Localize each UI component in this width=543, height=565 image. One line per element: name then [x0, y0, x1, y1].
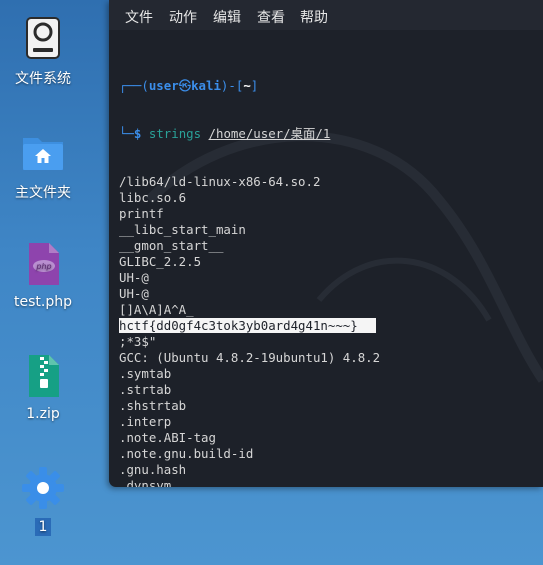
prompt-host: kali — [191, 78, 221, 93]
output-text: .note.gnu.build-id — [119, 446, 254, 461]
output-line: .symtab — [119, 366, 539, 382]
output-text: .strtab — [119, 382, 172, 397]
drive-icon — [26, 17, 60, 59]
output-line: .note.ABI-tag — [119, 430, 539, 446]
terminal-output[interactable]: ┌──(user㉿kali)-[~] └─$ strings /home/use… — [119, 46, 539, 487]
prompt-user: user — [148, 78, 179, 93]
desktop-icon-zip[interactable]: 1.zip — [0, 352, 88, 422]
output-line: GCC: (Ubuntu 4.8.2-19ubuntu1) 4.8.2 — [119, 350, 539, 366]
prompt-line-top: ┌──(user㉿kali)-[~] — [119, 78, 539, 94]
desktop-icon-label: 1.zip — [26, 406, 60, 422]
menu-file[interactable]: 文件 — [125, 7, 153, 27]
menu-help[interactable]: 帮助 — [300, 7, 328, 27]
output-line: printf — [119, 206, 539, 222]
desktop-icon-home-folder[interactable]: 主文件夹 — [0, 128, 88, 202]
output-line: hctf{dd0gf4c3tok3yb0ard4g41n~~~} — [119, 318, 539, 334]
prompt-symbol: $ — [133, 126, 142, 141]
output-line: .gnu.hash — [119, 462, 539, 478]
output-text: libc.so.6 — [119, 190, 187, 205]
output-text: .dynsym — [119, 478, 172, 487]
output-line: libc.so.6 — [119, 190, 539, 206]
desktop-icon-label: test.php — [14, 294, 72, 310]
output-line: []A\A]A^A_ — [119, 302, 539, 318]
desktop-icon-label: 文件系统 — [15, 71, 71, 87]
output-text: .note.ABI-tag — [119, 430, 216, 445]
desktop-icon-filesystem[interactable]: 文件系统 — [0, 14, 88, 88]
output-line: GLIBC_2.2.5 — [119, 254, 539, 270]
terminal-menubar: 文件 动作 编辑 查看 帮助 — [109, 0, 543, 30]
prompt-mid: )-[ — [220, 78, 244, 93]
output-text: .shstrtab — [119, 398, 187, 413]
selected-flag-text: hctf{dd0gf4c3tok3yb0ard4g41n~~~} — [119, 318, 376, 333]
output-line: .interp — [119, 414, 539, 430]
output-line: /lib64/ld-linux-x86-64.so.2 — [119, 174, 539, 190]
output-line: __gmon_start__ — [119, 238, 539, 254]
command-name: strings — [148, 126, 202, 141]
output-text: UH-@ — [119, 270, 149, 285]
output-text: __gmon_start__ — [119, 238, 224, 253]
output-line: UH-@ — [119, 286, 539, 302]
prompt-at: ㉿ — [178, 78, 192, 93]
output-text: __libc_start_main — [119, 222, 246, 237]
output-line: .note.gnu.build-id — [119, 446, 539, 462]
output-text: GLIBC_2.2.5 — [119, 254, 202, 269]
output-text: .gnu.hash — [119, 462, 187, 477]
output-text: printf — [119, 206, 164, 221]
prompt-bottom: └─ — [119, 126, 134, 141]
desktop-icon-label: 1 — [34, 518, 52, 536]
menu-edit[interactable]: 编辑 — [213, 7, 241, 27]
terminal-window[interactable]: 文件 动作 编辑 查看 帮助 ┌──(user㉿kali)-[~] └─$ st… — [109, 0, 543, 487]
output-line: .strtab — [119, 382, 539, 398]
output-line: __libc_start_main — [119, 222, 539, 238]
prompt-open: ┌──( — [119, 78, 149, 93]
zip-file-icon — [29, 355, 59, 397]
prompt-line-command: └─$ strings /home/user/桌面/1 — [119, 126, 539, 142]
gear-icon — [22, 467, 64, 509]
desktop-icon-label: 主文件夹 — [15, 185, 71, 201]
output-text: ;*3$" — [119, 334, 157, 349]
menu-view[interactable]: 查看 — [257, 7, 285, 27]
desktop-icon-test-php[interactable]: php test.php — [0, 240, 88, 310]
strings-output: /lib64/ld-linux-x86-64.so.2 libc.so.6 prin… — [119, 174, 539, 487]
command-argument: /home/user/桌面/1 — [208, 126, 331, 141]
prompt-dir: ~ — [243, 78, 251, 93]
output-text: UH-@ — [119, 286, 149, 301]
output-text: /lib64/ld-linux-x86-64.so.2 — [119, 174, 321, 189]
menu-action[interactable]: 动作 — [169, 7, 197, 27]
output-line: UH-@ — [119, 270, 539, 286]
output-text: .symtab — [119, 366, 172, 381]
output-text: GCC: (Ubuntu 4.8.2-19ubuntu1) 4.8.2 — [119, 350, 381, 365]
output-text: []A\A]A^A_ — [119, 302, 194, 317]
php-file-icon: php — [29, 243, 59, 285]
output-line: ;*3$" — [119, 334, 539, 350]
svg-text:php: php — [35, 262, 51, 271]
output-line: .dynsym — [119, 478, 539, 487]
output-text: .interp — [119, 414, 172, 429]
home-folder-icon — [23, 138, 63, 170]
prompt-close: ] — [250, 78, 259, 93]
output-line: .shstrtab — [119, 398, 539, 414]
desktop-icon-settings[interactable]: 1 — [0, 464, 88, 536]
